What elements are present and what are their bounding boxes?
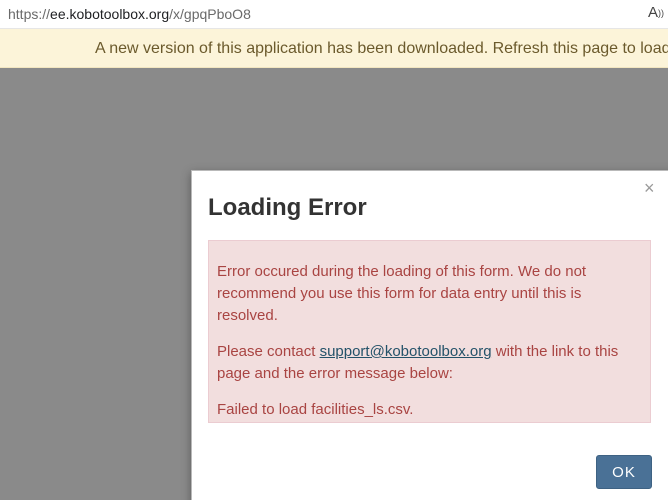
dialog-title: Loading Error	[208, 194, 367, 221]
reader-view-icon[interactable]: A))	[648, 4, 664, 22]
url-host: ee.kobotoolbox.org	[50, 6, 170, 22]
url-scheme: https://	[8, 6, 51, 22]
url-path: /x/gpqPboO8	[169, 6, 251, 22]
contact-text: Please contact support@kobotoolbox.org w…	[217, 341, 642, 385]
url-field[interactable]: https://ee.kobotoolbox.org/x/gpqPboO8	[8, 5, 251, 23]
close-icon[interactable]: ×	[644, 179, 655, 197]
error-warning-text: Error occured during the loading of this…	[217, 263, 587, 324]
error-message: Failed to load facilities_ls.csv.	[217, 401, 414, 418]
ok-button[interactable]: OK	[596, 455, 652, 489]
loading-error-dialog: × Loading Error Error occured during the…	[191, 170, 668, 500]
update-banner-text: A new version of this application has be…	[95, 40, 668, 57]
contact-prefix: Please contact	[217, 343, 320, 360]
support-email-link[interactable]: support@kobotoolbox.org	[320, 343, 492, 360]
update-banner: A new version of this application has be…	[0, 29, 668, 68]
error-alert: Error occured during the loading of this…	[208, 240, 651, 423]
browser-address-bar[interactable]: https://ee.kobotoolbox.org/x/gpqPboO8 A)…	[0, 0, 668, 29]
